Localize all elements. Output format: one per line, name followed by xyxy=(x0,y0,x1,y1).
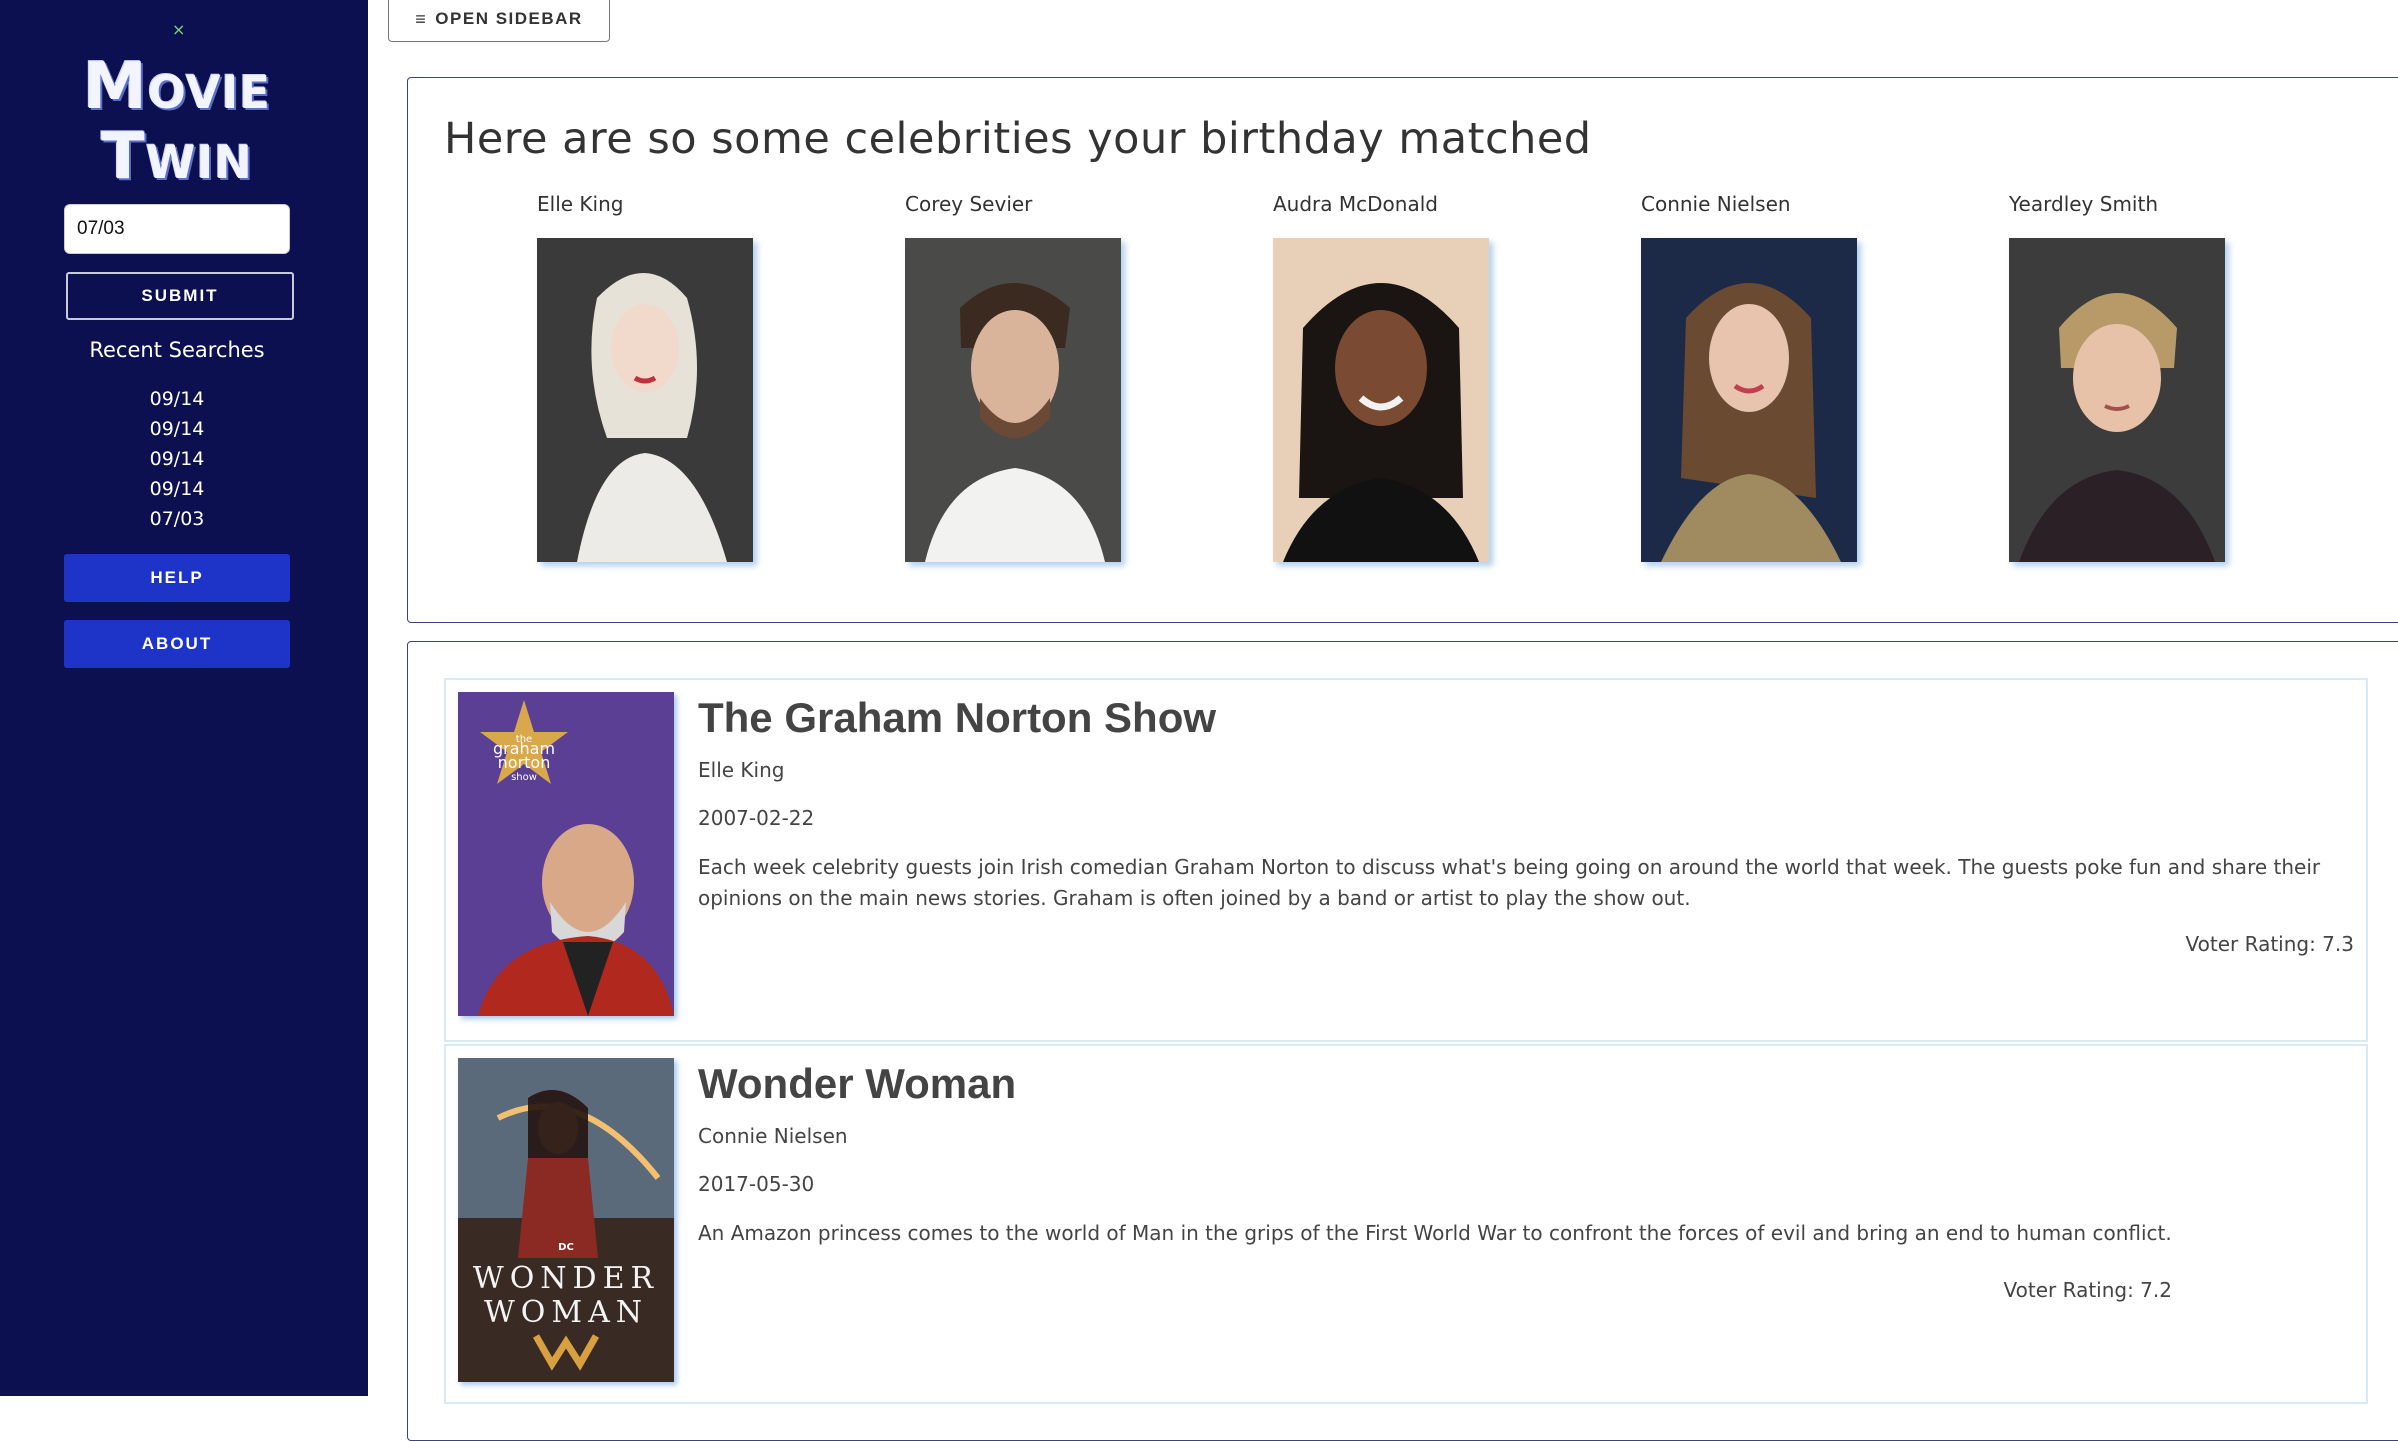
open-sidebar-button[interactable]: ≡ OPEN SIDEBAR xyxy=(388,0,610,42)
celebrity-heading: Here are so some celebrities your birthd… xyxy=(444,114,1592,164)
movie-title[interactable]: The Graham Norton Show xyxy=(698,694,1216,742)
help-button[interactable]: HELP xyxy=(64,554,290,602)
voter-rating: Voter Rating: 7.3 xyxy=(2185,932,2354,956)
recent-searches-title: Recent Searches xyxy=(89,338,265,362)
movie-poster[interactable]: the graham norton show xyxy=(458,692,674,1016)
celebrity-portrait[interactable] xyxy=(2009,238,2225,562)
poster-text-1: DC xyxy=(558,1242,574,1253)
movie-overview: An Amazon princess comes to the world of… xyxy=(698,1221,2172,1245)
poster-text-3: WOMAN xyxy=(484,1295,648,1330)
movie-result[interactable]: the graham norton show The Graham Norton… xyxy=(444,678,2368,1042)
celebrity-matches-card: Here are so some celebrities your birthd… xyxy=(407,77,2398,623)
open-sidebar-label: OPEN SIDEBAR xyxy=(435,9,583,28)
movie-release-date: 2017-05-30 xyxy=(698,1172,815,1196)
celebrity-card[interactable]: Connie Nielsen xyxy=(1641,192,1881,562)
celebrity-name: Corey Sevier xyxy=(905,192,1033,216)
movie-actor: Connie Nielsen xyxy=(698,1124,848,1148)
birthday-input[interactable] xyxy=(64,204,290,254)
recent-search-item[interactable]: 09/14 xyxy=(60,414,294,444)
recent-search-item[interactable]: 09/14 xyxy=(60,444,294,474)
movie-overview: Each week celebrity guests join Irish co… xyxy=(698,855,2321,910)
movie-results-card: the graham norton show The Graham Norton… xyxy=(407,641,2398,1441)
app-logo: Movie Twin xyxy=(60,52,294,192)
celebrity-portrait[interactable] xyxy=(537,238,753,562)
voter-rating: Voter Rating: 7.2 xyxy=(2003,1278,2172,1302)
movie-actor: Elle King xyxy=(698,758,785,782)
movie-release-date: 2007-02-22 xyxy=(698,806,815,830)
celebrity-portrait[interactable] xyxy=(905,238,1121,562)
recent-search-item[interactable]: 07/03 xyxy=(60,504,294,534)
movie-poster[interactable]: DC WONDER WOMAN xyxy=(458,1058,674,1382)
celebrity-card[interactable]: Corey Sevier xyxy=(905,192,1145,562)
celebrity-card[interactable]: Yeardley Smith xyxy=(2009,192,2249,562)
poster-text-3: norton xyxy=(498,753,551,772)
celebrity-name: Audra McDonald xyxy=(1273,192,1438,216)
submit-button[interactable]: SUBMIT xyxy=(66,272,294,320)
celebrity-name: Yeardley Smith xyxy=(2009,192,2158,216)
poster-text-2: WONDER xyxy=(473,1261,659,1296)
movie-title[interactable]: Wonder Woman xyxy=(698,1060,1016,1108)
celebrity-name: Connie Nielsen xyxy=(1641,192,1791,216)
close-sidebar-icon[interactable]: × xyxy=(172,20,185,40)
recent-search-item[interactable]: 09/14 xyxy=(60,384,294,414)
recent-search-item[interactable]: 09/14 xyxy=(60,474,294,504)
celebrity-name: Elle King xyxy=(537,192,624,216)
celebrity-card[interactable]: Elle King xyxy=(537,192,777,562)
logo-line-2: Twin xyxy=(101,120,253,194)
celebrity-portrait[interactable] xyxy=(1273,238,1489,562)
celebrity-card[interactable]: Audra McDonald xyxy=(1273,192,1513,562)
menu-icon: ≡ xyxy=(415,8,428,29)
recent-searches-list: 09/14 09/14 09/14 09/14 07/03 xyxy=(60,384,294,534)
about-button[interactable]: ABOUT xyxy=(64,620,290,668)
sidebar: × Movie Twin SUBMIT Recent Searches 09/1… xyxy=(0,0,368,1396)
celebrity-portrait[interactable] xyxy=(1641,238,1857,562)
logo-line-1: Movie xyxy=(82,50,272,124)
poster-text-4: show xyxy=(511,772,537,783)
movie-result[interactable]: DC WONDER WOMAN Wonder Woman Connie Niel… xyxy=(444,1044,2368,1404)
